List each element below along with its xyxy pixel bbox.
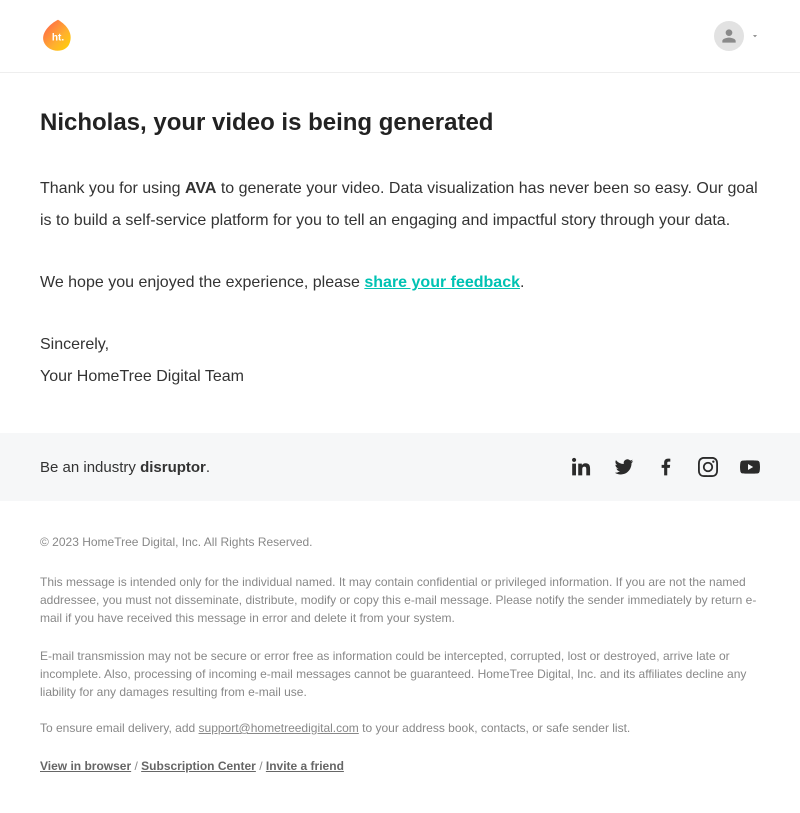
brand-logo[interactable]: ht. <box>40 18 76 54</box>
text: Thank you for using <box>40 180 185 197</box>
tagline-bold: disruptor <box>140 459 206 476</box>
text: We hope you enjoyed the experience, plea… <box>40 274 364 291</box>
linkedin-icon[interactable] <box>572 457 592 477</box>
feedback-paragraph: We hope you enjoyed the experience, plea… <box>40 267 760 299</box>
header: ht. <box>0 0 800 73</box>
chevron-down-icon <box>750 31 760 41</box>
disclaimer-2: E-mail transmission may not be secure or… <box>40 647 760 701</box>
text: to your address book, contacts, or safe … <box>359 721 630 735</box>
twitter-icon[interactable] <box>614 457 634 477</box>
delivery-note: To ensure email delivery, add support@ho… <box>40 721 760 735</box>
product-name: AVA <box>185 180 216 197</box>
footer: © 2023 HomeTree Digital, Inc. All Rights… <box>0 501 800 813</box>
main-content: Nicholas, your video is being generated … <box>0 73 800 433</box>
page-title: Nicholas, your video is being generated <box>40 109 760 137</box>
disclaimer-1: This message is intended only for the in… <box>40 573 760 627</box>
signoff-line: Sincerely, <box>40 336 109 353</box>
social-links <box>572 457 760 477</box>
tagline-bar: Be an industry disruptor. <box>0 433 800 501</box>
facebook-icon[interactable] <box>656 457 676 477</box>
support-email-link[interactable]: support@hometreedigital.com <box>199 721 359 735</box>
tagline: Be an industry disruptor. <box>40 459 210 476</box>
intro-paragraph: Thank you for using AVA to generate your… <box>40 173 760 237</box>
svg-text:ht.: ht. <box>52 32 65 43</box>
share-feedback-link[interactable]: share your feedback <box>364 274 520 291</box>
text: . <box>520 274 524 291</box>
signoff-team: Your HomeTree Digital Team <box>40 368 244 385</box>
text: . <box>206 459 210 476</box>
instagram-icon[interactable] <box>698 457 718 477</box>
youtube-icon[interactable] <box>740 457 760 477</box>
signoff: Sincerely, Your HomeTree Digital Team <box>40 329 760 393</box>
avatar <box>714 21 744 51</box>
copyright: © 2023 HomeTree Digital, Inc. All Rights… <box>40 535 760 549</box>
text: To ensure email delivery, add <box>40 721 199 735</box>
text: Be an industry <box>40 459 140 476</box>
account-menu[interactable] <box>714 21 760 51</box>
